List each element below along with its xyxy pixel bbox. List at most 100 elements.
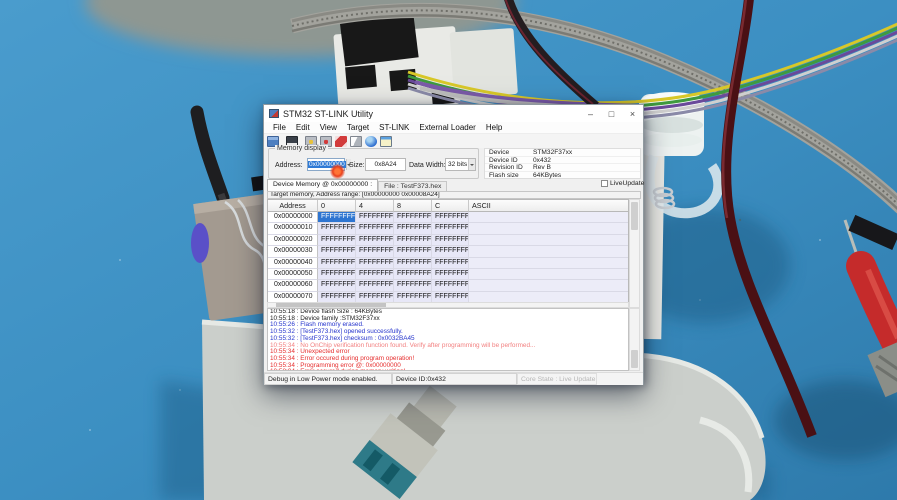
device-info-label: Device bbox=[489, 149, 533, 156]
value-cell[interactable]: FFFFFFFF bbox=[356, 258, 394, 269]
size-label: Size: bbox=[349, 162, 365, 169]
address-cell[interactable]: 0x00000010 bbox=[268, 223, 318, 234]
log-panel: 10:55:18 : Device flash Size : 64KBytes1… bbox=[267, 308, 629, 371]
titlebar: STM32 ST-LINK Utility –□× bbox=[264, 105, 643, 122]
address-label: Address: bbox=[275, 162, 303, 169]
header-address: Address bbox=[268, 200, 318, 212]
value-cell[interactable]: FFFFFFFF bbox=[432, 280, 469, 291]
header-4: 4 bbox=[356, 200, 394, 212]
checkbox-icon[interactable] bbox=[601, 180, 608, 187]
ascii-cell[interactable] bbox=[469, 258, 628, 269]
header-C: C bbox=[432, 200, 469, 212]
device-info-row: Revision ID Rev B bbox=[485, 164, 640, 172]
scrollbar-thumb[interactable] bbox=[631, 350, 638, 368]
value-cell[interactable]: FFFFFFFF bbox=[432, 269, 469, 280]
data-width-select[interactable]: 32 bits bbox=[445, 158, 476, 171]
menu-item[interactable]: External Loader bbox=[414, 123, 480, 132]
value-cell[interactable]: FFFFFFFF bbox=[356, 269, 394, 280]
program-verify-icon[interactable] bbox=[350, 136, 362, 147]
value-cell[interactable]: FFFFFFFF bbox=[356, 212, 394, 223]
device-info-value: Rev B bbox=[533, 164, 640, 171]
value-cell[interactable]: FFFFFFFF bbox=[394, 280, 432, 291]
value-cell[interactable]: FFFFFFFF bbox=[432, 212, 469, 223]
menu-item[interactable]: File bbox=[268, 123, 291, 132]
log-line: 10:58:04 : Error occured during memory w… bbox=[270, 369, 628, 371]
ascii-cell[interactable] bbox=[469, 212, 628, 223]
live-update-checkbox[interactable]: LiveUpdate bbox=[601, 180, 644, 187]
close-button[interactable]: × bbox=[622, 105, 643, 122]
menu-item[interactable]: Help bbox=[481, 123, 507, 132]
value-cell[interactable]: FFFFFFFF bbox=[356, 246, 394, 257]
data-width-value: 32 bits bbox=[448, 161, 467, 168]
device-info-label: Revision ID bbox=[489, 164, 533, 171]
value-cell[interactable]: FFFFFFFF bbox=[432, 246, 469, 257]
address-cell[interactable]: 0x00000040 bbox=[268, 258, 318, 269]
address-cell[interactable]: 0x00000050 bbox=[268, 269, 318, 280]
device-info-panel: Device STM32F37xx Device ID 0x432 Revisi… bbox=[484, 148, 641, 179]
menu-item[interactable]: View bbox=[315, 123, 342, 132]
table-row: 0x00000060 FFFFFFFF FFFFFFFF FFFFFFFF FF… bbox=[268, 280, 628, 291]
value-cell[interactable]: FFFFFFFF bbox=[394, 258, 432, 269]
value-cell[interactable]: FFFFFFFF bbox=[394, 212, 432, 223]
address-cell[interactable]: 0x00000060 bbox=[268, 280, 318, 291]
value-cell[interactable]: FFFFFFFF bbox=[356, 223, 394, 234]
ascii-cell[interactable] bbox=[469, 246, 628, 257]
click-indicator bbox=[330, 164, 345, 179]
address-cell[interactable]: 0x00000000 bbox=[268, 212, 318, 223]
value-cell[interactable]: FFFFFFFF bbox=[394, 269, 432, 280]
scrollbar-thumb[interactable] bbox=[631, 202, 638, 230]
erase-chip-icon[interactable] bbox=[335, 136, 347, 147]
log-vertical-scrollbar[interactable] bbox=[629, 308, 640, 371]
table-row: 0x00000040 FFFFFFFF FFFFFFFF FFFFFFFF FF… bbox=[268, 258, 628, 269]
value-cell[interactable]: FFFFFFFF bbox=[318, 235, 356, 246]
device-info-label: Device ID bbox=[489, 157, 533, 164]
address-cell[interactable]: 0x00000020 bbox=[268, 235, 318, 246]
size-input[interactable]: 0x8A24 bbox=[365, 158, 406, 171]
value-cell[interactable]: FFFFFFFF bbox=[394, 246, 432, 257]
screenshot-root: STM32 ST-LINK Utility –□× FileEditViewTa… bbox=[0, 0, 897, 500]
value-cell[interactable]: FFFFFFFF bbox=[318, 258, 356, 269]
value-cell[interactable]: FFFFFFFF bbox=[394, 235, 432, 246]
device-info-row: Flash size 64KBytes bbox=[485, 172, 640, 180]
value-cell[interactable]: FFFFFFFF bbox=[318, 280, 356, 291]
ascii-cell[interactable] bbox=[469, 235, 628, 246]
ascii-cell[interactable] bbox=[469, 269, 628, 280]
value-cell[interactable]: FFFFFFFF bbox=[318, 269, 356, 280]
status-device-id: Device ID:0x432 bbox=[392, 373, 517, 385]
tab-file[interactable]: File : TestF373.hex bbox=[378, 181, 447, 191]
tab-device-memory[interactable]: Device Memory @ 0x00000000 : bbox=[267, 179, 378, 191]
live-update-label: LiveUpdate bbox=[610, 180, 644, 187]
ascii-cell[interactable] bbox=[469, 280, 628, 291]
value-cell[interactable]: FFFFFFFF bbox=[318, 212, 356, 223]
menu-item[interactable]: ST-LINK bbox=[374, 123, 414, 132]
value-cell[interactable]: FFFFFFFF bbox=[318, 223, 356, 234]
memory-vertical-scrollbar[interactable] bbox=[629, 199, 640, 308]
menubar: FileEditViewTargetST-LINKExternal Loader… bbox=[264, 122, 643, 134]
menu-item[interactable]: Target bbox=[342, 123, 374, 132]
window-controls: –□× bbox=[580, 105, 643, 122]
device-info-value: STM32F37xx bbox=[533, 149, 640, 156]
status-bar: Debug in Low Power mode enabled. Device … bbox=[264, 372, 643, 385]
value-cell[interactable]: FFFFFFFF bbox=[432, 235, 469, 246]
header-ascii: ASCII bbox=[469, 200, 628, 212]
value-cell[interactable]: FFFFFFFF bbox=[356, 280, 394, 291]
table-row: 0x00000010 FFFFFFFF FFFFFFFF FFFFFFFF FF… bbox=[268, 223, 628, 234]
scrollbar-thumb[interactable] bbox=[276, 303, 386, 307]
device-info-row: Device STM32F37xx bbox=[485, 149, 640, 157]
value-cell[interactable]: FFFFFFFF bbox=[356, 235, 394, 246]
ascii-cell[interactable] bbox=[469, 223, 628, 234]
purple-component bbox=[191, 223, 209, 263]
memory-display-icon[interactable] bbox=[380, 136, 392, 147]
value-cell[interactable]: FFFFFFFF bbox=[394, 223, 432, 234]
menu-item[interactable]: Edit bbox=[291, 123, 315, 132]
group-label: Memory display bbox=[275, 145, 328, 152]
maximize-button[interactable]: □ bbox=[601, 105, 622, 122]
minimize-button[interactable]: – bbox=[580, 105, 601, 122]
value-cell[interactable]: FFFFFFFF bbox=[432, 223, 469, 234]
address-cell[interactable]: 0x00000030 bbox=[268, 246, 318, 257]
value-cell[interactable]: FFFFFFFF bbox=[318, 246, 356, 257]
device-info-label: Flash size bbox=[489, 172, 533, 179]
target-program-icon[interactable] bbox=[365, 136, 377, 147]
data-width-arrow-icon[interactable] bbox=[468, 159, 475, 170]
value-cell[interactable]: FFFFFFFF bbox=[432, 258, 469, 269]
